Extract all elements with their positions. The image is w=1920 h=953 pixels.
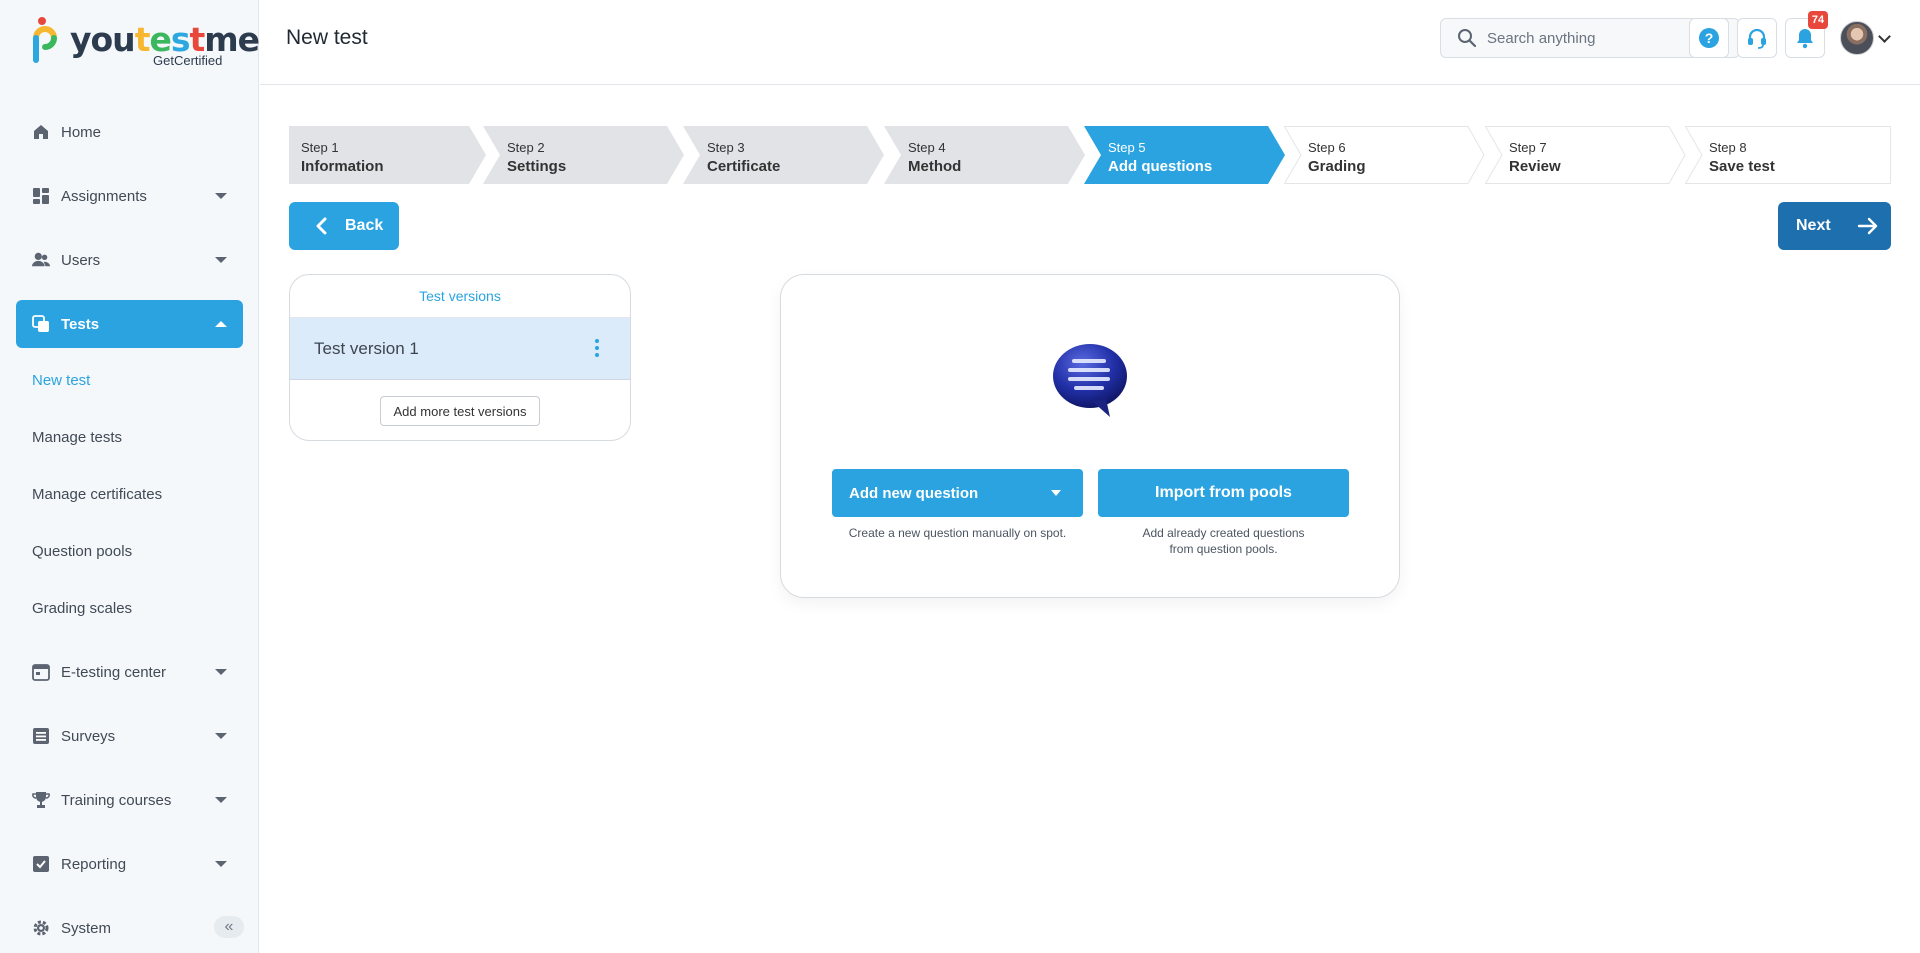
chevron-left-icon bbox=[316, 217, 327, 235]
test-version-item[interactable]: Test version 1 bbox=[290, 318, 630, 380]
step-2[interactable]: Step 2 Settings bbox=[483, 126, 684, 184]
speech-bubble-icon bbox=[1053, 344, 1127, 417]
sidebar-item-label: E-testing center bbox=[61, 663, 167, 681]
test-versions-panel: Test versions Test version 1 Add more te… bbox=[289, 274, 631, 441]
chevron-down-icon bbox=[215, 861, 227, 867]
sidebar-subitem-manage-tests[interactable]: Manage tests bbox=[32, 429, 122, 446]
chevron-down-icon bbox=[215, 257, 227, 263]
chevron-down-icon bbox=[1051, 490, 1061, 496]
step-5[interactable]: Step 5 Add questions bbox=[1084, 126, 1285, 184]
sidebar-subitem-manage-certificates[interactable]: Manage certificates bbox=[32, 486, 162, 503]
home-icon bbox=[32, 123, 50, 141]
import-hint-line-1: Add already created questions bbox=[1142, 526, 1305, 540]
test-version-label: Test version 1 bbox=[314, 338, 419, 358]
copy-icon bbox=[32, 315, 50, 333]
chevron-down-icon bbox=[215, 797, 227, 803]
notifications-button[interactable]: 74 bbox=[1785, 11, 1828, 58]
sidebar-item-label: Assignments bbox=[61, 187, 147, 205]
add-new-question-label: Add new question bbox=[849, 484, 979, 502]
help-icon: ? bbox=[1699, 28, 1719, 48]
avatar[interactable] bbox=[1840, 21, 1874, 55]
sidebar-item-reporting[interactable]: Reporting bbox=[16, 840, 243, 888]
double-chevron-left-icon: « bbox=[224, 918, 234, 935]
support-button[interactable] bbox=[1737, 18, 1777, 58]
sidebar-item-training-courses[interactable]: Training courses bbox=[16, 776, 243, 824]
chevron-down-icon bbox=[215, 669, 227, 675]
more-options-icon[interactable] bbox=[594, 339, 600, 359]
sidebar-item-e-testing-center[interactable]: E-testing center bbox=[16, 648, 243, 696]
sidebar-item-label: Reporting bbox=[61, 855, 127, 873]
test-versions-title: Test versions bbox=[290, 275, 630, 318]
chevron-up-icon bbox=[215, 321, 227, 327]
add-new-question-button[interactable]: Add new question bbox=[832, 469, 1083, 517]
step-4[interactable]: Step 4 Method bbox=[884, 126, 1085, 184]
gear-icon bbox=[32, 919, 50, 937]
sidebar-subitem-grading-scales[interactable]: Grading scales bbox=[32, 600, 132, 617]
sidebar-item-surveys[interactable]: Surveys bbox=[16, 712, 243, 760]
logo[interactable]: youtestme GetCertified bbox=[32, 16, 260, 71]
logo-tagline: GetCertified bbox=[153, 53, 223, 68]
chevron-down-icon bbox=[215, 193, 227, 199]
sidebar-subitem-new-test[interactable]: New test bbox=[32, 372, 90, 389]
headset-icon bbox=[1748, 28, 1766, 49]
calendar-icon bbox=[32, 663, 50, 681]
sidebar-item-home[interactable]: Home bbox=[16, 108, 243, 156]
sidebar-item-label: Home bbox=[61, 123, 102, 141]
import-from-pools-button[interactable]: Import from pools bbox=[1098, 469, 1349, 517]
chevron-down-icon[interactable] bbox=[1878, 30, 1891, 43]
step-7[interactable]: Step 7 Review bbox=[1485, 126, 1686, 184]
add-new-question-hint: Create a new question manually on spot. bbox=[848, 526, 1067, 540]
list-icon bbox=[32, 727, 50, 745]
step-6[interactable]: Step 6 Grading bbox=[1284, 126, 1485, 184]
sidebar-item-users[interactable]: Users bbox=[16, 236, 243, 284]
svg-text:?: ? bbox=[1705, 30, 1714, 46]
sidebar-item-tests[interactable]: Tests bbox=[16, 300, 243, 348]
notification-badge: 74 bbox=[1808, 11, 1828, 29]
sidebar-item-label: Surveys bbox=[61, 727, 116, 745]
dashboard-icon bbox=[32, 187, 50, 205]
sidebar-item-label: Tests bbox=[61, 315, 100, 333]
back-button-label: Back bbox=[345, 217, 384, 234]
search-input[interactable] bbox=[1487, 29, 1707, 47]
step-3[interactable]: Step 3 Certificate bbox=[683, 126, 884, 184]
sidebar-item-label: Training courses bbox=[61, 791, 172, 809]
users-icon bbox=[32, 251, 50, 269]
sidebar-item-label: System bbox=[61, 919, 112, 937]
sidebar-item-system[interactable]: System bbox=[16, 904, 243, 952]
back-button[interactable]: Back bbox=[289, 202, 399, 250]
next-button-label: Next bbox=[1796, 217, 1831, 234]
collapse-sidebar-button[interactable]: « bbox=[214, 916, 244, 938]
sidebar-subitem-question-pools[interactable]: Question pools bbox=[32, 543, 132, 560]
sidebar-item-label: Users bbox=[61, 251, 101, 269]
add-test-versions-button[interactable]: Add more test versions bbox=[380, 396, 540, 426]
sidebar-item-assignments[interactable]: Assignments bbox=[16, 172, 243, 220]
step-8[interactable]: Step 8 Save test bbox=[1685, 126, 1891, 184]
add-questions-card: Add new question Import from pools Creat… bbox=[780, 274, 1400, 598]
checkbox-icon bbox=[32, 855, 50, 873]
step-1[interactable]: Step 1 Information bbox=[289, 126, 486, 184]
wizard-stepper: Step 1 Information Step 2 Settings Step … bbox=[289, 126, 1891, 184]
help-button[interactable]: ? bbox=[1689, 18, 1729, 58]
logo-person-icon bbox=[33, 17, 57, 63]
sidebar: youtestme GetCertified Home Assignments … bbox=[0, 0, 260, 953]
bell-icon bbox=[1797, 29, 1813, 49]
trophy-icon bbox=[32, 791, 50, 809]
next-button[interactable]: Next bbox=[1778, 202, 1891, 250]
topbar: New test ? 74 bbox=[260, 0, 1920, 85]
search-icon bbox=[1458, 29, 1477, 48]
import-hint-line-2: from question pools. bbox=[1169, 542, 1278, 556]
chevron-down-icon bbox=[215, 733, 227, 739]
page-title: New test bbox=[286, 26, 368, 49]
arrow-right-icon bbox=[1857, 217, 1879, 235]
